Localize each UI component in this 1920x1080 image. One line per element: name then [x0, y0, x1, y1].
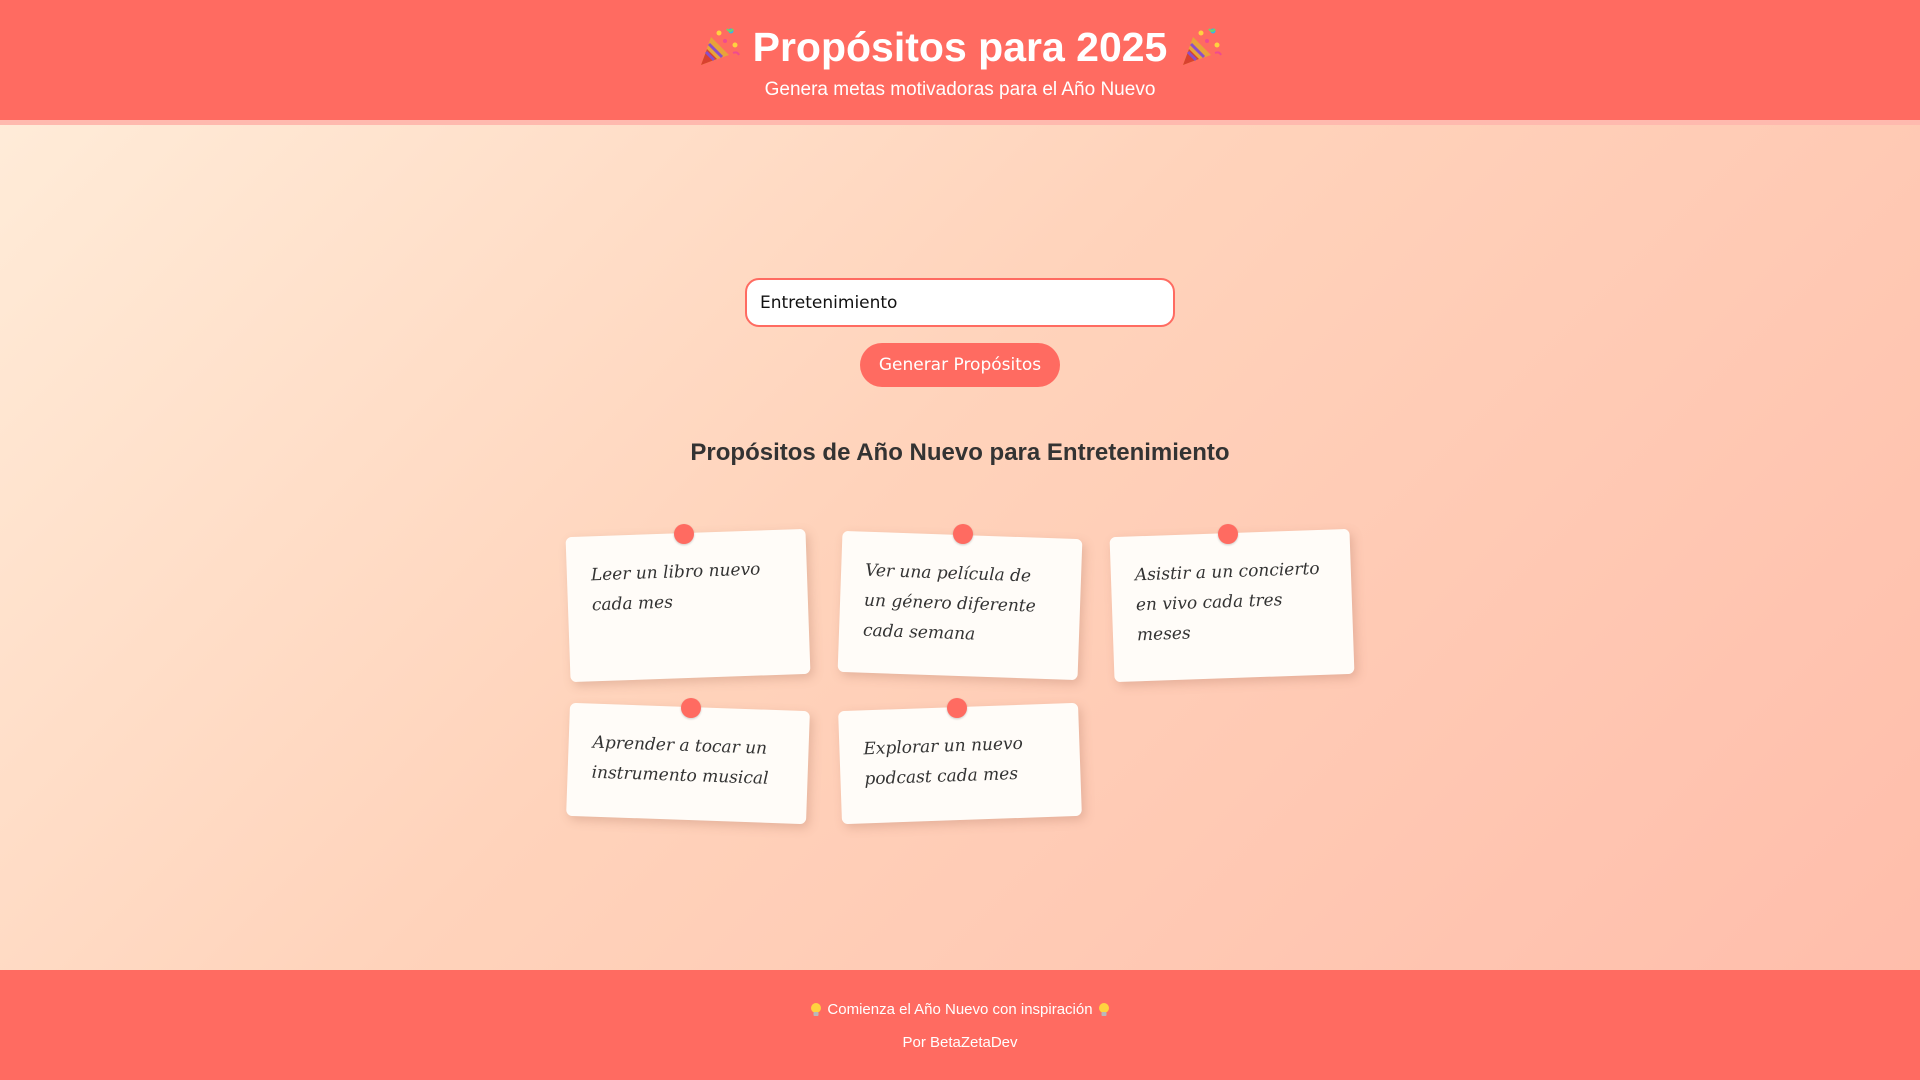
lightbulb-icon: [1098, 1002, 1110, 1018]
note-text: Leer un libro nuevo cada mes: [590, 559, 761, 616]
pin-icon: [681, 698, 701, 718]
generate-button[interactable]: Generar Propósitos: [860, 343, 1060, 387]
footer-tagline-row: Comienza el Año Nuevo con inspiración: [0, 1000, 1920, 1020]
pin-icon: [674, 524, 694, 544]
footer-credit: Por BetaZetaDev: [902, 1034, 1018, 1051]
resolution-note: Leer un libro nuevo cada mes: [565, 528, 811, 683]
party-popper-icon: [697, 25, 741, 69]
note-text: Ver una película de un género diferente …: [862, 560, 1037, 645]
app-footer: Comienza el Año Nuevo con inspiración Po…: [0, 970, 1920, 1080]
pin-icon: [1218, 524, 1238, 544]
pin-icon: [953, 524, 973, 544]
title-text: Propósitos para 2025: [752, 24, 1168, 70]
note-text: Explorar un nuevo podcast cada mes: [863, 733, 1024, 790]
app-header: Propósitos para 2025 Genera metas motiva…: [0, 0, 1920, 125]
page-subtitle: Genera metas motivadoras para el Año Nue…: [764, 79, 1156, 100]
lightbulb-icon: [810, 1002, 822, 1018]
note-text: Aprender a tocar un instrumento musical: [591, 732, 769, 789]
category-input[interactable]: [745, 278, 1175, 327]
results-title: Propósitos de Año Nuevo para Entretenimi…: [690, 439, 1230, 466]
resolution-note: Aprender a tocar un instrumento musical: [566, 702, 810, 825]
pin-icon: [947, 698, 967, 718]
resolution-note: Explorar un nuevo podcast cada mes: [838, 702, 1082, 825]
resolution-note: Asistir a un concierto en vivo cada tres…: [1109, 528, 1355, 683]
party-popper-icon: [1179, 25, 1223, 69]
page-title: Propósitos para 2025: [0, 22, 1920, 72]
footer-tagline: Comienza el Año Nuevo con inspiración: [827, 1001, 1093, 1018]
note-text: Asistir a un concierto en vivo cada tres…: [1134, 558, 1320, 646]
resolution-note: Ver una película de un género diferente …: [837, 530, 1083, 681]
